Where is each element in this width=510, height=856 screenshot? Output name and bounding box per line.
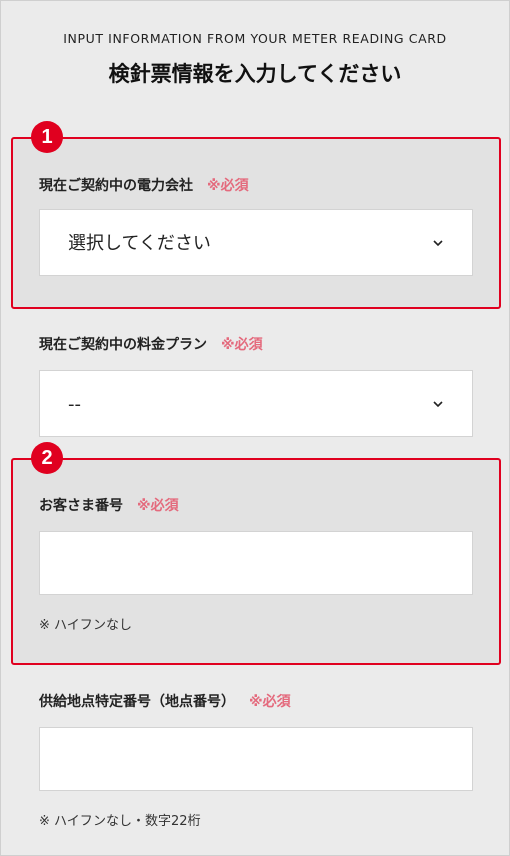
supply-point-required-mark: ※必須 <box>249 694 291 710</box>
customer-number-note: ※ ハイフンなし <box>39 618 133 633</box>
customer-number-label: お客さま番号 ※必須 <box>39 495 179 515</box>
chevron-down-icon <box>433 400 443 407</box>
chevron-down-icon <box>433 239 443 246</box>
plan-select[interactable]: -- <box>39 370 473 437</box>
plan-required-mark: ※必須 <box>221 337 263 353</box>
customer-number-input[interactable] <box>39 531 473 595</box>
plan-label-text: 現在ご契約中の料金プラン <box>39 337 207 353</box>
supply-point-label-text: 供給地点特定番号（地点番号） <box>39 694 235 710</box>
step-badge-2: 2 <box>31 442 63 474</box>
supply-point-note: ※ ハイフンなし・数字22桁 <box>39 814 201 829</box>
page-title: 検針票情報を入力してください <box>108 62 402 86</box>
company-select[interactable]: 選択してください <box>39 209 473 276</box>
customer-number-label-text: お客さま番号 <box>39 498 123 514</box>
customer-number-required-mark: ※必須 <box>137 498 179 514</box>
company-required-mark: ※必須 <box>207 178 249 194</box>
company-label: 現在ご契約中の電力会社 ※必須 <box>39 175 249 195</box>
company-select-value: 選択してください <box>68 233 211 254</box>
plan-label: 現在ご契約中の料金プラン ※必須 <box>39 334 263 354</box>
supply-point-label: 供給地点特定番号（地点番号） ※必須 <box>39 691 291 711</box>
eyebrow-heading: INPUT INFORMATION FROM YOUR METER READIN… <box>63 31 447 46</box>
plan-select-value: -- <box>68 394 81 415</box>
supply-point-input[interactable] <box>39 727 473 791</box>
step-badge-1: 1 <box>31 121 63 153</box>
company-label-text: 現在ご契約中の電力会社 <box>39 178 193 194</box>
